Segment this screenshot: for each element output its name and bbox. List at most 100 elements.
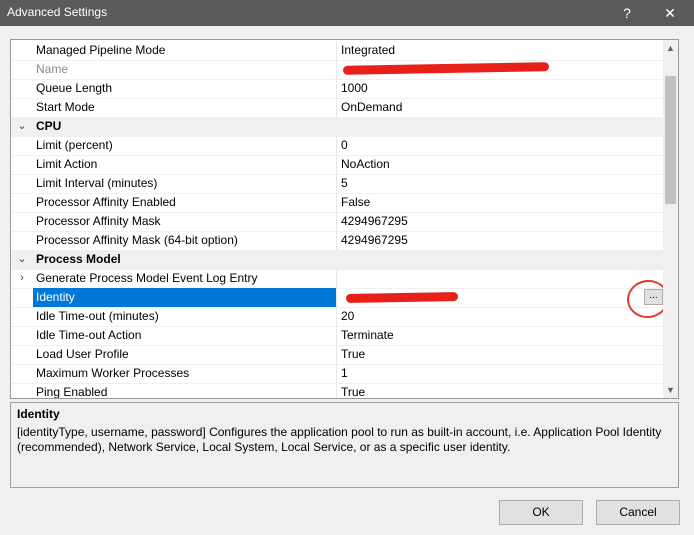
- description-text: [identityType, username, password] Confi…: [17, 425, 662, 454]
- collapse-chevron-icon[interactable]: ⌄: [11, 117, 33, 136]
- property-name: Processor Affinity Mask (64-bit option): [36, 233, 238, 247]
- property-row[interactable]: Name: [11, 60, 663, 80]
- property-row[interactable]: Maximum Worker Processes 1: [11, 364, 663, 384]
- property-name: Queue Length: [36, 81, 113, 95]
- property-value[interactable]: True: [341, 385, 365, 398]
- property-row[interactable]: Load User Profile True: [11, 345, 663, 365]
- row-gutter: [11, 41, 33, 60]
- cancel-button[interactable]: Cancel: [596, 500, 680, 525]
- close-button[interactable]: ✕: [650, 0, 690, 26]
- column-divider: [336, 41, 337, 60]
- property-row[interactable]: Processor Affinity Enabled False: [11, 193, 663, 213]
- vertical-scrollbar[interactable]: ▲ ▼: [663, 40, 678, 398]
- property-name: Managed Pipeline Mode: [36, 43, 166, 57]
- row-gutter: [11, 383, 33, 398]
- property-row[interactable]: Managed Pipeline Mode Integrated: [11, 41, 663, 61]
- row-gutter: [11, 212, 33, 231]
- property-row[interactable]: Limit Interval (minutes) 5: [11, 174, 663, 194]
- column-divider: [336, 212, 337, 231]
- property-row[interactable]: Processor Affinity Mask (64-bit option) 4…: [11, 231, 663, 251]
- property-row[interactable]: Idle Time-out (minutes) 20: [11, 307, 663, 327]
- property-row[interactable]: Start Mode OnDemand: [11, 98, 663, 118]
- property-row[interactable]: Idle Time-out Action Terminate: [11, 326, 663, 346]
- column-divider: [336, 383, 337, 398]
- column-divider: [336, 326, 337, 345]
- ok-button[interactable]: OK: [499, 500, 583, 525]
- property-name: Generate Process Model Event Log Entry: [36, 271, 258, 285]
- property-name: Processor Affinity Enabled: [36, 195, 176, 209]
- property-row[interactable]: Ping Enabled True: [11, 383, 663, 399]
- property-value[interactable]: 5: [341, 176, 348, 190]
- property-name: Maximum Worker Processes: [36, 366, 190, 380]
- row-gutter: [11, 307, 33, 326]
- property-name: Name: [36, 62, 69, 76]
- property-name: Processor Affinity Mask: [36, 214, 161, 228]
- row-gutter: [11, 136, 33, 155]
- column-divider: [336, 269, 337, 288]
- property-value[interactable]: True: [341, 347, 365, 361]
- expand-chevron-icon[interactable]: ›: [11, 269, 33, 288]
- row-gutter: [11, 79, 33, 98]
- column-divider: [336, 155, 337, 174]
- collapse-chevron-icon[interactable]: ⌄: [11, 250, 33, 269]
- row-gutter: [11, 174, 33, 193]
- property-name: Limit (percent): [36, 138, 113, 152]
- redaction-mark: [345, 292, 459, 303]
- description-title: Identity: [17, 407, 60, 421]
- column-divider: [336, 364, 337, 383]
- property-value[interactable]: 20: [341, 309, 354, 323]
- property-row[interactable]: Identity: [11, 288, 663, 308]
- row-gutter: [11, 60, 33, 79]
- category-row[interactable]: ⌄ CPU: [11, 117, 663, 137]
- row-gutter: [11, 326, 33, 345]
- property-value[interactable]: 1000: [341, 81, 368, 95]
- help-button[interactable]: ?: [607, 0, 647, 26]
- property-name: Limit Interval (minutes): [36, 176, 158, 190]
- property-value[interactable]: Terminate: [341, 328, 394, 342]
- title-bar: Advanced Settings ? ✕: [0, 0, 694, 26]
- property-value[interactable]: False: [341, 195, 370, 209]
- property-row[interactable]: Processor Affinity Mask 4294967295: [11, 212, 663, 232]
- property-value[interactable]: Integrated: [341, 43, 395, 57]
- property-name: Idle Time-out (minutes): [36, 309, 159, 323]
- property-name: Ping Enabled: [36, 385, 108, 399]
- category-row[interactable]: ⌄ Process Model: [11, 250, 663, 270]
- property-value[interactable]: 1: [341, 366, 348, 380]
- column-divider: [336, 307, 337, 326]
- column-divider: [336, 174, 337, 193]
- row-gutter: [11, 345, 33, 364]
- row-gutter: [11, 155, 33, 174]
- category-label: CPU: [36, 119, 62, 133]
- property-row[interactable]: › Generate Process Model Event Log Entry: [11, 269, 663, 289]
- row-gutter: [11, 98, 33, 117]
- property-value[interactable]: NoAction: [341, 157, 390, 171]
- column-divider: [336, 60, 337, 79]
- row-gutter: [11, 193, 33, 212]
- column-divider: [336, 98, 337, 117]
- property-value[interactable]: OnDemand: [341, 100, 402, 114]
- selection-highlight: [33, 288, 336, 307]
- property-row[interactable]: Limit Action NoAction: [11, 155, 663, 175]
- row-gutter: [11, 288, 33, 307]
- column-divider: [336, 193, 337, 212]
- scrollbar-thumb[interactable]: [665, 76, 676, 204]
- property-value[interactable]: 4294967295: [341, 233, 408, 247]
- description-panel: Identity [identityType, username, passwo…: [10, 402, 679, 488]
- property-value[interactable]: 0: [341, 138, 348, 152]
- property-value[interactable]: 4294967295: [341, 214, 408, 228]
- column-divider: [336, 288, 337, 307]
- property-name: Limit Action: [36, 157, 98, 171]
- property-grid[interactable]: Managed Pipeline Mode Integrated Name Queue…: [10, 39, 679, 399]
- window-title: Advanced Settings: [7, 5, 108, 19]
- redaction-mark: [342, 62, 550, 75]
- column-divider: [336, 79, 337, 98]
- row-gutter: [11, 364, 33, 383]
- property-row[interactable]: Limit (percent) 0: [11, 136, 663, 156]
- property-name: Identity: [36, 290, 75, 304]
- column-divider: [336, 231, 337, 250]
- property-row[interactable]: Queue Length 1000: [11, 79, 663, 99]
- scroll-up-icon[interactable]: ▲: [663, 40, 678, 56]
- property-name: Idle Time-out Action: [36, 328, 142, 342]
- property-name: Start Mode: [36, 100, 95, 114]
- scroll-down-icon[interactable]: ▼: [663, 382, 678, 398]
